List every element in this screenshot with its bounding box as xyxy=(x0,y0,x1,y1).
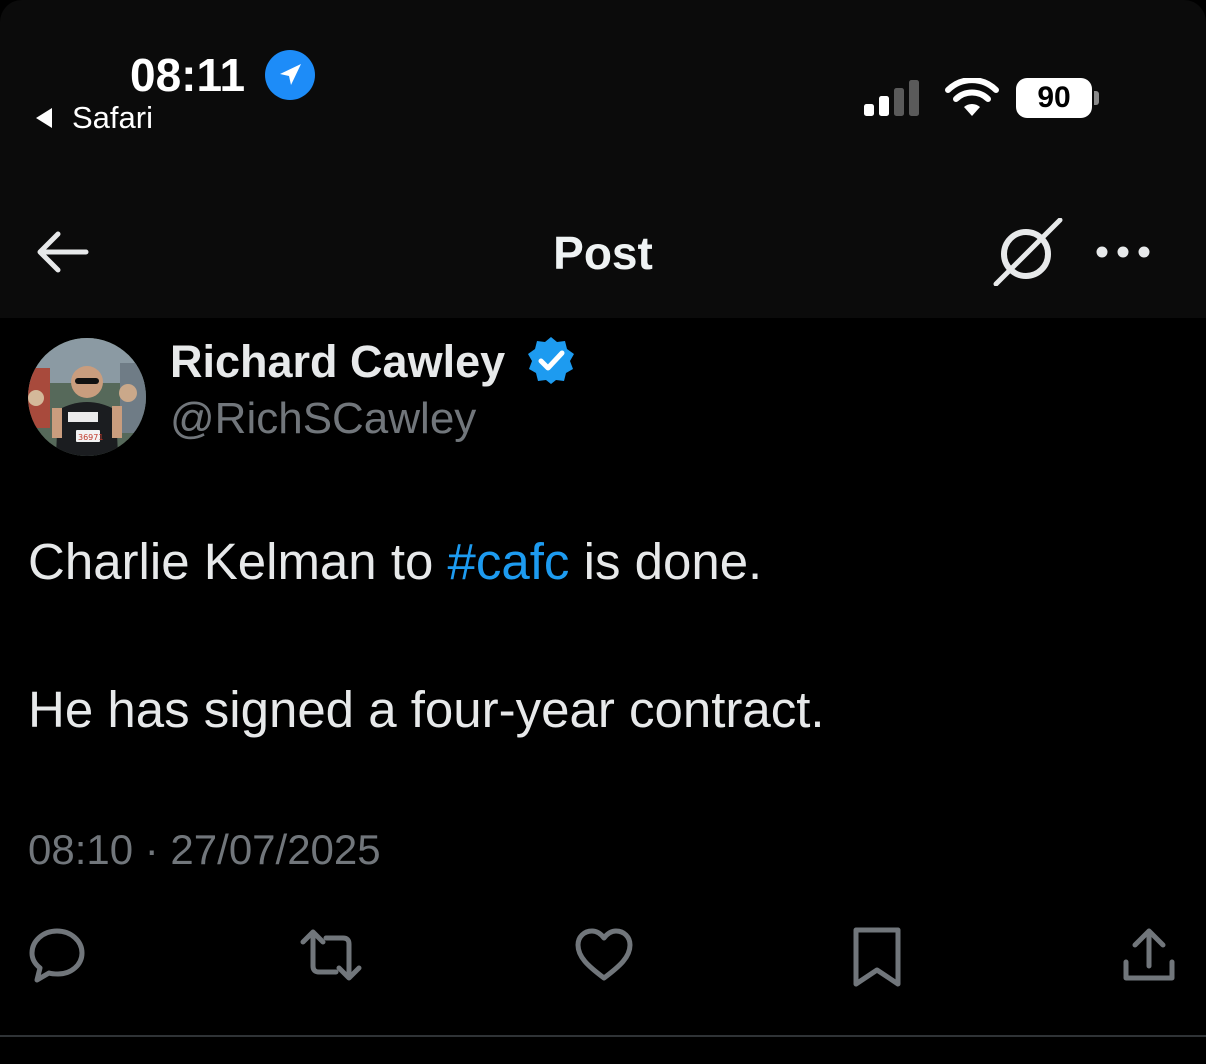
repost-icon[interactable] xyxy=(298,926,364,984)
hashtag-link[interactable]: #cafc xyxy=(448,533,570,590)
bookmark-icon[interactable] xyxy=(850,926,904,988)
top-header-area: 08:11 Safari 90 Post xyxy=(0,0,1206,318)
avatar-photo: 36971 xyxy=(28,338,146,456)
verified-badge-icon[interactable] xyxy=(526,335,576,385)
author-name[interactable]: Richard Cawley xyxy=(170,336,505,388)
reply-icon[interactable] xyxy=(28,926,86,984)
post-text-line-1: Charlie Kelman to #cafc is done. xyxy=(28,532,762,591)
like-icon[interactable] xyxy=(574,926,634,984)
back-triangle-icon xyxy=(36,108,52,128)
avatar-bib-number: 36971 xyxy=(78,433,103,442)
post-text-segment: is done. xyxy=(569,533,763,590)
battery-level: 90 xyxy=(1037,81,1071,114)
wifi-icon xyxy=(945,78,999,116)
post-text-line-2: He has signed a four-year contract. xyxy=(28,681,825,738)
share-icon[interactable] xyxy=(1122,926,1176,984)
post-timestamp[interactable]: 08:10 · 27/07/2025 xyxy=(28,826,381,874)
divider xyxy=(0,1035,1206,1037)
cellular-signal-icon xyxy=(864,80,919,116)
location-arrow-icon xyxy=(265,50,315,100)
more-icon[interactable] xyxy=(1094,238,1152,266)
back-app-label: Safari xyxy=(72,100,153,135)
post-text-segment: Charlie Kelman to xyxy=(28,533,448,590)
avatar[interactable]: 36971 xyxy=(28,338,146,456)
back-to-safari[interactable]: Safari xyxy=(36,100,153,136)
battery-cap xyxy=(1094,91,1099,105)
grok-icon[interactable] xyxy=(992,218,1064,286)
status-time: 08:11 xyxy=(130,49,246,101)
author-handle[interactable]: @RichSCawley xyxy=(170,394,476,444)
battery-icon: 90 xyxy=(1016,78,1092,118)
